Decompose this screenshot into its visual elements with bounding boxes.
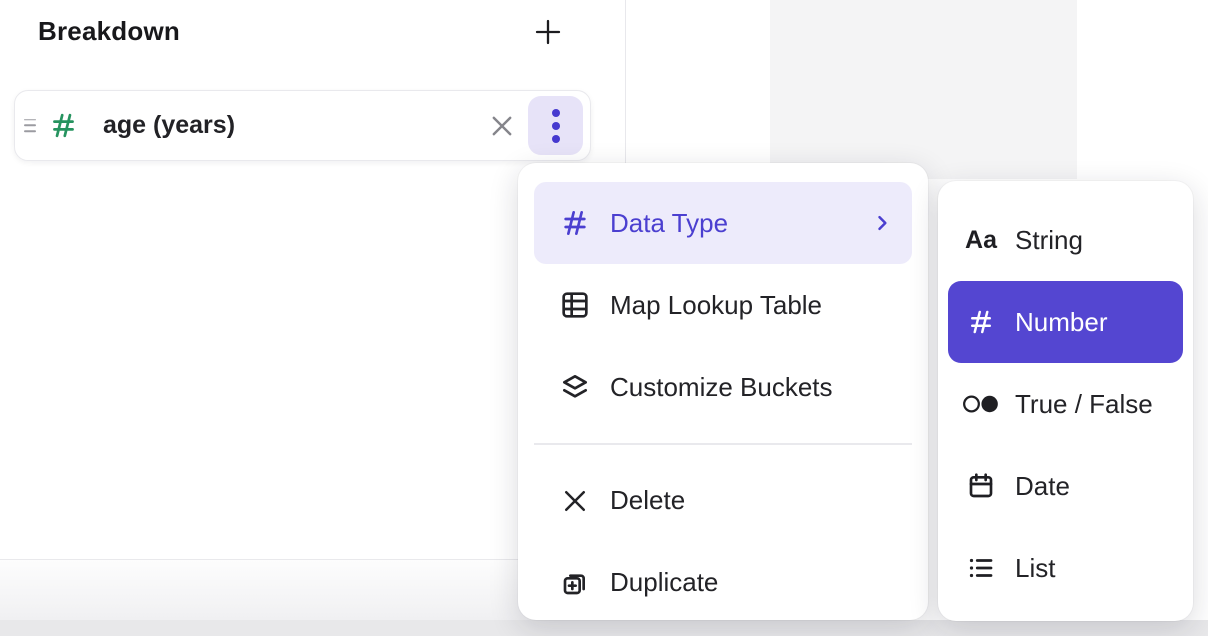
drag-handle-icon[interactable] xyxy=(20,115,40,136)
submenu-item-label: List xyxy=(1015,553,1055,584)
number-type-icon xyxy=(48,110,79,141)
menu-item-map-lookup-table[interactable]: Map Lookup Table xyxy=(534,264,912,346)
field-options-button[interactable] xyxy=(528,96,583,155)
copy-plus-icon xyxy=(556,567,594,599)
boolean-circles-icon xyxy=(962,391,1000,417)
string-aa-icon: Aa xyxy=(962,226,1000,255)
menu-item-duplicate[interactable]: Duplicate xyxy=(534,542,912,621)
menu-item-delete[interactable]: Delete xyxy=(534,460,912,542)
menu-divider xyxy=(534,443,912,445)
add-breakdown-button[interactable] xyxy=(530,14,566,50)
calendar-icon xyxy=(962,470,1000,502)
submenu-item-label: String xyxy=(1015,225,1083,256)
field-name: age (years) xyxy=(103,111,235,140)
submenu-item-label: Date xyxy=(1015,471,1070,502)
page-title: Breakdown xyxy=(38,16,180,47)
submenu-item-list[interactable]: List xyxy=(948,527,1183,609)
submenu-item-label: True / False xyxy=(1015,389,1153,420)
menu-item-label: Customize Buckets xyxy=(610,372,833,403)
submenu-item-string[interactable]: Aa String xyxy=(948,199,1183,281)
breakdown-editor: Breakdown age (years) xyxy=(0,0,1208,636)
menu-item-label: Map Lookup Table xyxy=(610,290,822,321)
menu-item-label: Data Type xyxy=(610,208,728,239)
stack-icon xyxy=(556,371,594,403)
hash-icon xyxy=(556,207,594,239)
delete-x-icon xyxy=(556,486,594,516)
plus-icon xyxy=(532,16,564,48)
menu-item-customize-buckets[interactable]: Customize Buckets xyxy=(534,346,912,428)
remove-field-button[interactable] xyxy=(482,106,522,146)
submenu-item-true-false[interactable]: True / False xyxy=(948,363,1183,445)
page-backdrop xyxy=(0,620,1208,636)
table-icon xyxy=(556,289,594,321)
chart-placeholder xyxy=(770,0,1077,179)
list-icon xyxy=(962,553,1000,583)
menu-item-data-type[interactable]: Data Type xyxy=(534,182,912,264)
menu-item-label: Duplicate xyxy=(610,567,718,598)
submenu-item-date[interactable]: Date xyxy=(948,445,1183,527)
kebab-menu-icon xyxy=(552,109,560,117)
field-context-menu: Data Type Map Lookup Table xyxy=(518,163,928,620)
submenu-item-label: Number xyxy=(1015,307,1107,338)
data-type-submenu: Aa String Number True / False xyxy=(938,181,1193,621)
close-icon xyxy=(488,112,516,140)
breakdown-field-card[interactable]: age (years) xyxy=(14,90,591,161)
menu-item-label: Delete xyxy=(610,485,685,516)
chevron-right-icon xyxy=(872,213,892,233)
number-hash-icon xyxy=(962,307,1000,337)
submenu-item-number[interactable]: Number xyxy=(948,281,1183,363)
